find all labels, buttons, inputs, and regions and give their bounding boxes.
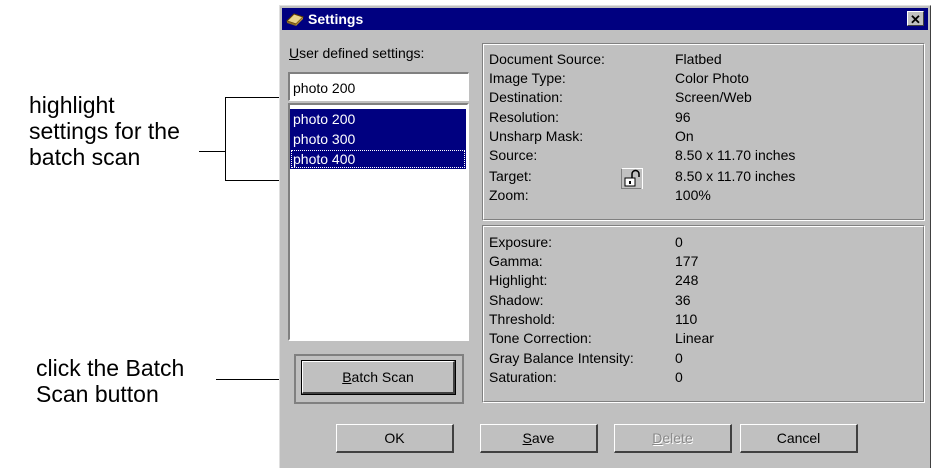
batch-scan-button[interactable]: Batch Scan — [301, 360, 456, 395]
lock-icon[interactable] — [621, 168, 643, 189]
scan-info-panel: Document Source: Flatbed Image Type: Color… — [482, 43, 925, 221]
settings-listbox[interactable]: photo 200 photo 300 photo 400 — [288, 103, 469, 341]
annotation-line: click the Batch — [36, 355, 185, 381]
annotation-click: click the Batch Scan button — [36, 355, 184, 407]
list-item[interactable]: photo 200 — [290, 109, 466, 129]
adjustments-panel: Exposure: 0 Gamma: 177 Highlight: 248 Shado… — [482, 225, 925, 403]
cancel-button[interactable]: Cancel — [740, 424, 858, 453]
save-button[interactable]: Save — [480, 424, 598, 453]
annotation-line: batch scan — [29, 144, 141, 170]
annotation-line: highlight — [29, 92, 115, 118]
list-item[interactable]: photo 300 — [290, 129, 466, 149]
scanner-icon — [286, 13, 304, 26]
annotation-highlight: highlight settings for the batch scan — [29, 92, 180, 170]
ok-button[interactable]: OK — [336, 424, 454, 453]
delete-button[interactable]: Delete — [614, 424, 732, 453]
callout-line — [199, 151, 225, 152]
annotation-line: Scan button — [36, 381, 159, 407]
title-bar[interactable]: Settings ✕ — [282, 8, 928, 30]
window-title: Settings — [308, 11, 364, 27]
close-icon[interactable]: ✕ — [907, 11, 924, 27]
user-settings-label: User defined settings: — [289, 45, 425, 61]
annotation-line: settings for the — [29, 118, 180, 144]
setting-name-input[interactable]: photo 200 — [288, 72, 469, 101]
callout-line — [225, 97, 226, 180]
settings-dialog: Settings ✕ User defined settings: photo … — [279, 5, 931, 468]
list-item[interactable]: photo 400 — [290, 149, 466, 169]
